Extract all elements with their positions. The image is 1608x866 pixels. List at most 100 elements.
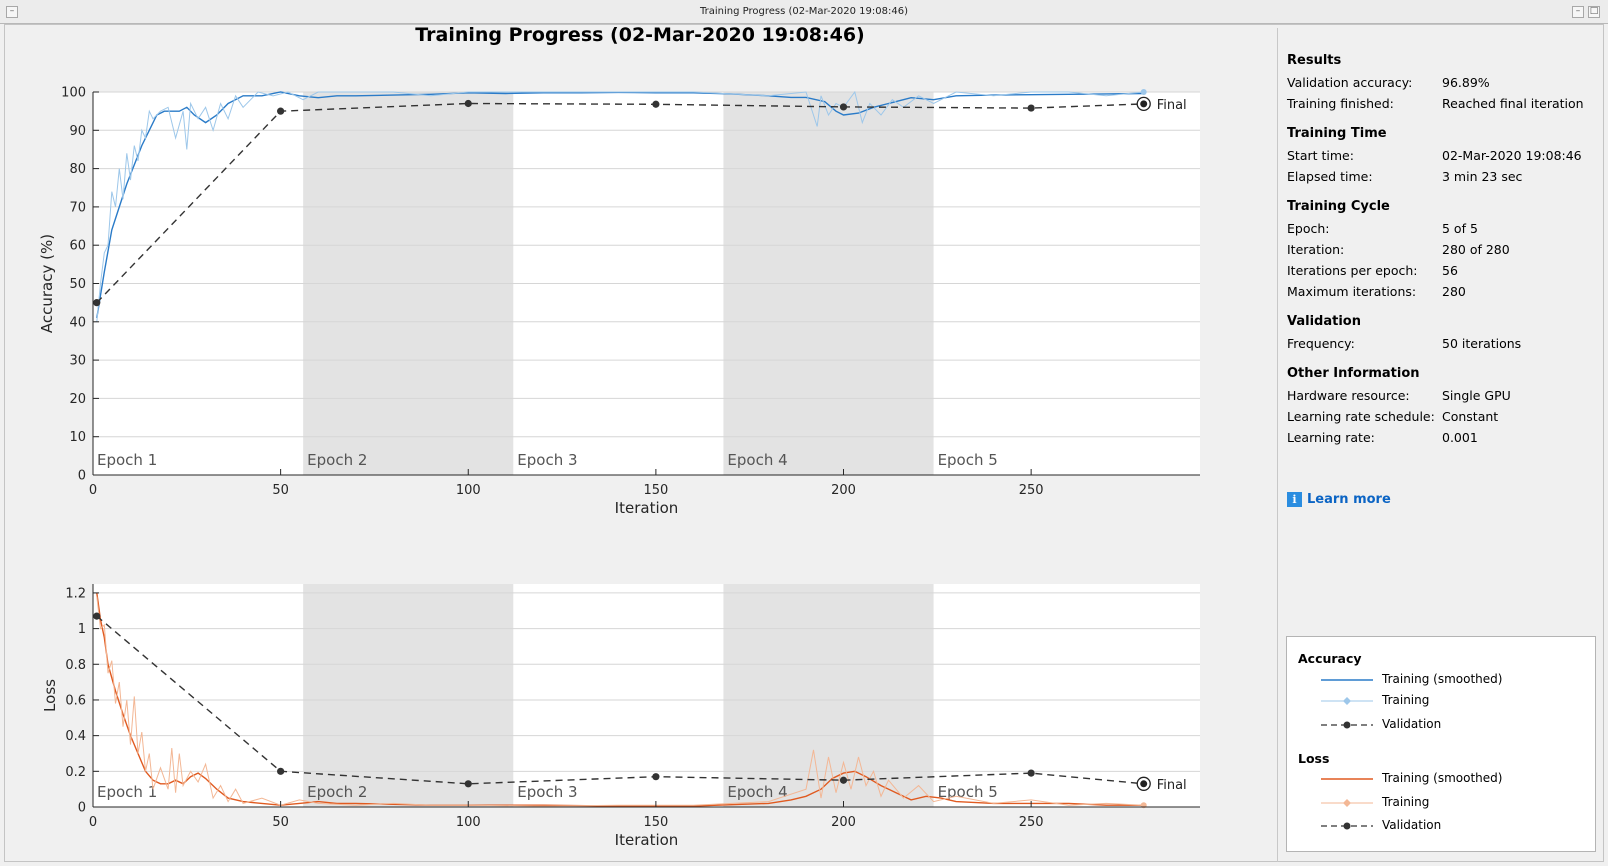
x-axis-label: Iteration	[615, 831, 679, 849]
y-tick-label: 80	[69, 162, 86, 177]
window-title: Training Progress (02-Mar-2020 19:08:46)	[699, 6, 908, 17]
training-finished-value: Reached final iteration	[1442, 96, 1584, 111]
x-tick-label: 150	[643, 815, 668, 830]
maximize-button[interactable]: □	[1588, 6, 1600, 18]
start-time-label: Start time:	[1287, 148, 1354, 163]
x-tick-label: 50	[272, 483, 289, 498]
y-tick-label: 60	[69, 239, 86, 254]
legend-box: Accuracy Training (smoothed) Training Va…	[1286, 636, 1596, 852]
legend-accuracy-raw: Training	[1321, 692, 1591, 710]
learning-rate-value: 0.001	[1442, 430, 1478, 445]
hardware-resource-label: Hardware resource:	[1287, 388, 1410, 403]
legend-label: Training (smoothed)	[1382, 771, 1503, 785]
y-tick-label: 0.4	[65, 729, 86, 744]
validation-point	[1027, 769, 1035, 777]
validation-heading: Validation	[1287, 314, 1361, 329]
y-tick-label: 20	[69, 392, 86, 407]
y-tick-label: 10	[69, 430, 86, 445]
epoch-label: Epoch 3	[517, 783, 577, 801]
last-training-point	[1140, 89, 1147, 95]
validation-point	[464, 780, 472, 788]
results-heading: Results	[1287, 53, 1342, 68]
legend-label: Validation	[1382, 818, 1442, 832]
final-label: Final	[1157, 778, 1187, 793]
start-time-value: 02-Mar-2020 19:08:46	[1442, 148, 1582, 163]
x-tick-label: 50	[272, 815, 289, 830]
y-tick-label: 50	[69, 277, 86, 292]
x-tick-label: 200	[831, 815, 856, 830]
validation-point	[839, 103, 848, 111]
validation-point	[277, 767, 285, 775]
legend-accuracy-validation: Validation	[1321, 716, 1591, 734]
y-tick-label: 0.6	[65, 693, 86, 708]
y-axis-label: Accuracy (%)	[38, 234, 56, 333]
final-label: Final	[1157, 98, 1187, 113]
minimize-button[interactable]: –	[1572, 6, 1584, 18]
y-tick-label: 0	[78, 469, 86, 484]
validation-point	[277, 107, 285, 115]
info-icon: i	[1287, 492, 1302, 507]
x-tick-label: 150	[643, 483, 668, 498]
learn-more-link[interactable]: i Learn more	[1287, 492, 1391, 507]
validation-point	[93, 299, 101, 307]
frequency-label: Frequency:	[1287, 336, 1355, 351]
y-tick-label: 1	[78, 622, 86, 637]
maximum-iterations-value: 280	[1442, 284, 1466, 299]
epoch-label: Epoch 2	[307, 783, 367, 801]
legend-loss-smoothed: Training (smoothed)	[1321, 770, 1591, 788]
validation-point	[93, 612, 101, 620]
maximum-iterations-label: Maximum iterations:	[1287, 284, 1417, 299]
final-marker-dot	[1140, 100, 1148, 108]
training-finished-label: Training finished:	[1287, 96, 1394, 111]
learning-rate-label: Learning rate:	[1287, 430, 1375, 445]
x-tick-label: 100	[456, 483, 481, 498]
legend-label: Training	[1382, 795, 1430, 809]
iteration-label: Iteration:	[1287, 242, 1345, 257]
y-tick-label: 0.2	[65, 765, 86, 780]
legend-label: Training	[1382, 693, 1430, 707]
elapsed-time-value: 3 min 23 sec	[1442, 169, 1523, 184]
x-tick-label: 250	[1019, 815, 1044, 830]
y-tick-label: 1.2	[65, 586, 86, 601]
iterations-per-epoch-label: Iterations per epoch:	[1287, 263, 1418, 278]
legend-loss-validation: Validation	[1321, 817, 1591, 835]
x-axis-label: Iteration	[615, 499, 679, 517]
y-tick-label: 40	[69, 315, 86, 330]
validation-point	[1027, 104, 1035, 112]
y-tick-label: 30	[69, 354, 86, 369]
epoch-label: Epoch 1	[97, 783, 157, 801]
y-tick-label: 0	[78, 801, 86, 816]
epoch-label: Epoch 2	[307, 451, 367, 469]
legend-label: Training (smoothed)	[1382, 672, 1503, 686]
epoch-band	[303, 584, 514, 807]
legend-loss-raw: Training	[1321, 794, 1591, 812]
x-tick-label: 100	[456, 815, 481, 830]
y-tick-label: 100	[61, 86, 86, 101]
accuracy-chart: Epoch 1 Epoch 2 Epoch 3 Epoch 4 Epoch 5 Final…	[38, 86, 1200, 517]
epoch-value: 5 of 5	[1442, 221, 1478, 236]
hardware-resource-value: Single GPU	[1442, 388, 1511, 403]
epoch-label: Epoch 1	[97, 451, 157, 469]
x-tick-label: 250	[1019, 483, 1044, 498]
final-marker-dot	[1140, 780, 1148, 788]
epoch-label: Epoch 4	[727, 451, 787, 469]
iteration-value: 280 of 280	[1442, 242, 1510, 257]
y-axis-label: Loss	[41, 679, 59, 712]
iterations-per-epoch-value: 56	[1442, 263, 1458, 278]
page-title: Training Progress (02-Mar-2020 19:08:46)	[415, 24, 865, 46]
legend-accuracy-smoothed: Training (smoothed)	[1321, 671, 1591, 689]
validation-point	[464, 99, 472, 108]
legend-label: Validation	[1382, 717, 1442, 731]
legend-loss-heading: Loss	[1298, 751, 1330, 766]
x-tick-label: 0	[89, 483, 97, 498]
validation-accuracy-value: 96.89%	[1442, 75, 1490, 90]
frequency-value: 50 iterations	[1442, 336, 1522, 351]
epoch-label: Epoch 5	[938, 451, 998, 469]
validation-accuracy-label: Validation accuracy:	[1287, 75, 1413, 90]
y-tick-label: 70	[69, 200, 86, 215]
validation-point	[652, 773, 660, 781]
epoch-label: Epoch 3	[517, 451, 577, 469]
other-information-heading: Other Information	[1287, 366, 1420, 381]
validation-point	[839, 776, 848, 784]
window-titlebar: – Training Progress (02-Mar-2020 19:08:4…	[0, 0, 1608, 24]
